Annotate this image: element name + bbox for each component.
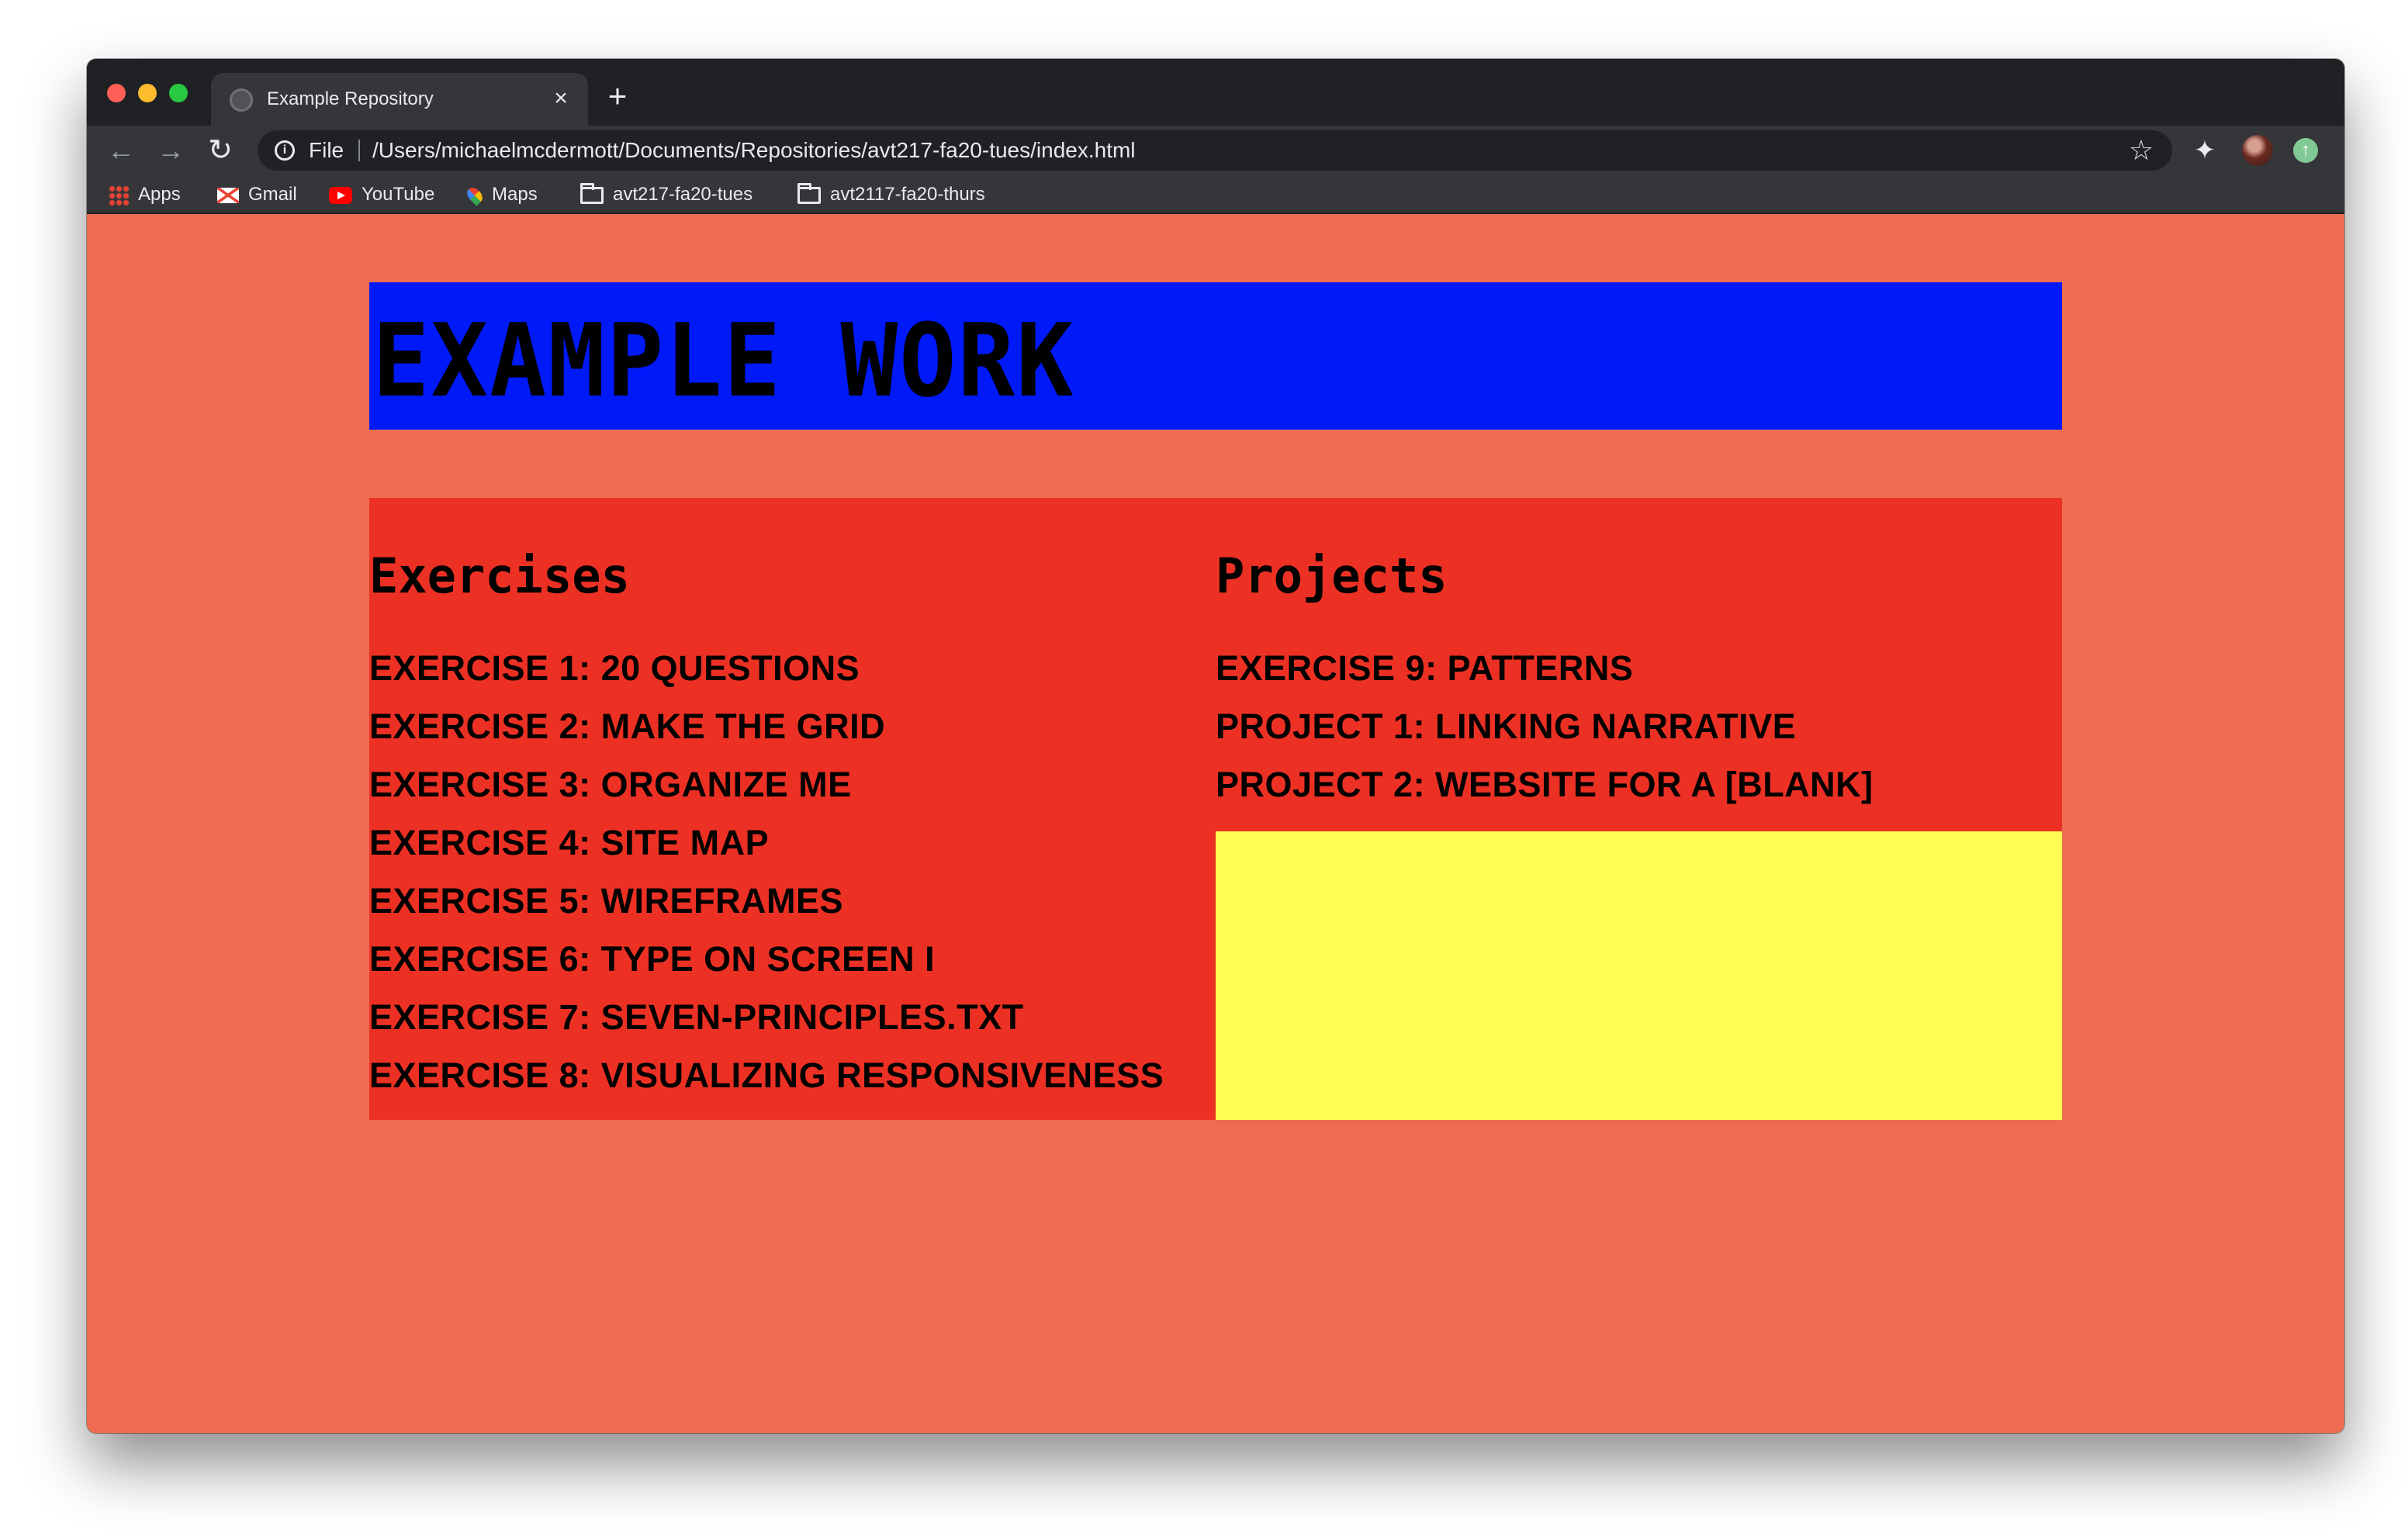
- exercise-link[interactable]: EXERCISE 5: WIREFRAMES: [369, 881, 1164, 939]
- bookmark-apps[interactable]: Apps: [109, 181, 181, 208]
- star-icon[interactable]: ☆: [2126, 135, 2157, 166]
- bookmark-gmail[interactable]: Gmail: [217, 181, 297, 208]
- project-link[interactable]: EXERCISE 9: PATTERNS: [1216, 648, 1873, 707]
- bookmark-label: avt217-fa20-tues: [613, 184, 753, 205]
- update-arrow-icon[interactable]: ↑: [2293, 138, 2318, 163]
- bookmark-youtube[interactable]: YouTube: [329, 181, 434, 208]
- youtube-icon: [329, 186, 352, 204]
- exercise-link[interactable]: EXERCISE 4: SITE MAP: [369, 823, 1164, 881]
- new-tab-button[interactable]: +: [602, 80, 633, 112]
- project-link[interactable]: PROJECT 2: WEBSITE FOR A [BLANK]: [1216, 765, 1873, 823]
- bookmark-label: YouTube: [362, 184, 435, 205]
- bookmarks-bar: Apps Gmail YouTube Maps avt217-fa20-tues…: [87, 175, 2344, 214]
- address-separator: [358, 140, 360, 161]
- close-icon[interactable]: ×: [548, 85, 574, 112]
- hero-banner: EXAMPLE WORK: [369, 282, 2062, 430]
- tab-strip: Example Repository × +: [87, 59, 2344, 126]
- project-link[interactable]: PROJECT 1: LINKING NARRATIVE: [1216, 707, 1873, 765]
- exercise-link[interactable]: EXERCISE 8: VISUALIZING RESPONSIVENESS: [369, 1055, 1164, 1114]
- globe-icon: [230, 88, 253, 112]
- exercise-link[interactable]: EXERCISE 3: ORGANIZE ME: [369, 765, 1164, 823]
- info-icon[interactable]: i: [275, 140, 295, 161]
- address-scheme: File: [309, 138, 344, 162]
- close-window-button[interactable]: [107, 84, 126, 102]
- yellow-filler-block: [1216, 831, 2062, 1120]
- browser-toolbar: ← → ↻ i File /Users/michaelmcdermott/Doc…: [87, 126, 2344, 175]
- exercises-panel: Exercises EXERCISE 1: 20 QUESTIONS EXERC…: [369, 498, 1216, 1120]
- maps-pin-icon: [464, 185, 486, 206]
- bookmark-avt217-fa20-tues[interactable]: avt217-fa20-tues: [580, 181, 752, 208]
- bookmark-label: Gmail: [248, 184, 297, 205]
- back-arrow-icon[interactable]: ←: [101, 130, 141, 171]
- bookmark-avt2117-fa20-thurs[interactable]: avt2117-fa20-thurs: [797, 181, 985, 208]
- forward-arrow-icon[interactable]: →: [150, 130, 191, 171]
- reload-icon[interactable]: ↻: [200, 130, 240, 171]
- folder-icon: [580, 182, 604, 204]
- exercise-link[interactable]: EXERCISE 7: SEVEN-PRINCIPLES.TXT: [369, 997, 1164, 1055]
- maximize-window-button[interactable]: [169, 84, 188, 102]
- address-bar[interactable]: i File /Users/michaelmcdermott/Documents…: [258, 130, 2172, 171]
- exercise-link[interactable]: EXERCISE 1: 20 QUESTIONS: [369, 648, 1164, 707]
- browser-window: Example Repository × + ← → ↻ i File /Use…: [87, 59, 2344, 1433]
- projects-heading: Projects: [1216, 548, 1448, 604]
- bookmark-label: avt2117-fa20-thurs: [830, 184, 985, 205]
- tab-example-repository[interactable]: Example Repository ×: [211, 73, 588, 126]
- address-url[interactable]: /Users/michaelmcdermott/Documents/Reposi…: [372, 137, 1136, 164]
- folder-icon: [797, 182, 821, 204]
- projects-panel: Projects EXERCISE 9: PATTERNS PROJECT 1:…: [1216, 498, 2062, 831]
- bookmark-label: Apps: [138, 184, 181, 205]
- bookmark-label: Maps: [492, 184, 538, 205]
- apps-grid-icon: [109, 185, 129, 206]
- avatar[interactable]: [2242, 135, 2273, 166]
- bookmark-maps[interactable]: Maps: [464, 181, 538, 208]
- page-title: EXAMPLE WORK: [372, 302, 1075, 420]
- minimize-window-button[interactable]: [138, 84, 157, 102]
- exercises-list: EXERCISE 1: 20 QUESTIONS EXERCISE 2: MAK…: [369, 648, 1164, 1114]
- page-viewport: EXAMPLE WORK Exercises EXERCISE 1: 20 QU…: [87, 214, 2344, 1433]
- projects-list: EXERCISE 9: PATTERNS PROJECT 1: LINKING …: [1216, 648, 1873, 823]
- exercise-link[interactable]: EXERCISE 6: TYPE ON SCREEN I: [369, 939, 1164, 997]
- gmail-icon: [217, 187, 239, 203]
- puzzle-icon[interactable]: ✦: [2188, 133, 2222, 168]
- tab-title: Example Repository: [267, 88, 434, 109]
- exercises-heading: Exercises: [369, 548, 630, 604]
- exercise-link[interactable]: EXERCISE 2: MAKE THE GRID: [369, 707, 1164, 765]
